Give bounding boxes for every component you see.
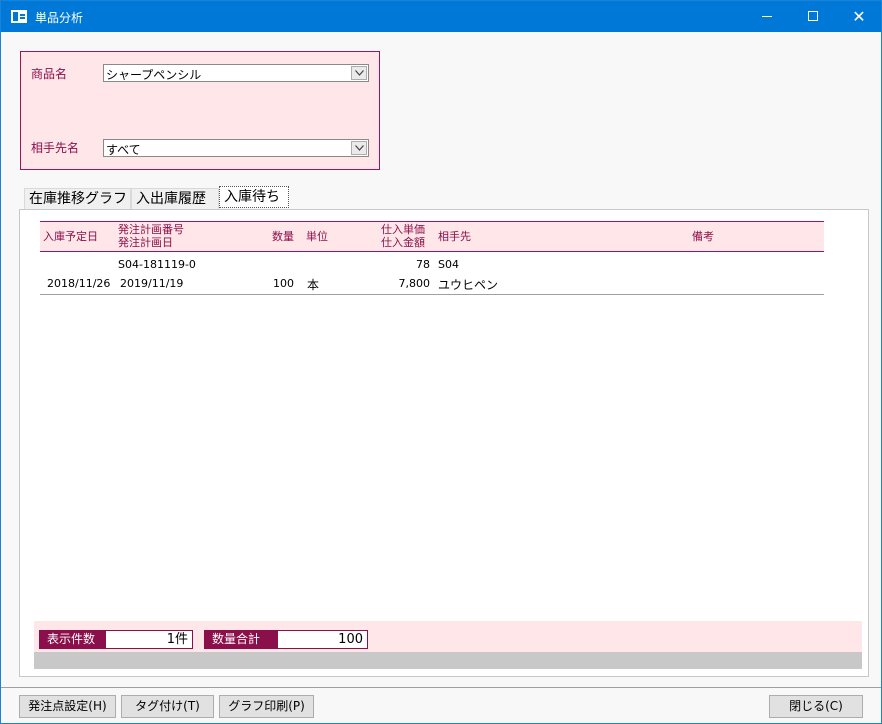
client-area: 商品名 シャープペンシル 相手先名 すべて 在庫推移グラフ 入出庫履歴 入庫待ち <box>1 32 881 723</box>
header-order-date[interactable]: 発注計画日 <box>118 237 173 249</box>
close-button[interactable]: 閉じる(C) <box>769 695 863 718</box>
maximize-icon <box>808 11 818 21</box>
row-order-no: S04-181119-0 <box>118 258 196 271</box>
qty-total-label: 数量合計 <box>204 630 277 649</box>
tab-inout-history[interactable]: 入出庫履歴 <box>131 188 219 209</box>
tab-panel: 入庫予定日 発注計画番号 発注計画日 数量 単位 仕入単価 仕入金額 相手先 備… <box>19 209 869 677</box>
minimize-icon <box>762 16 772 17</box>
tab-pending-receipt[interactable]: 入庫待ち <box>219 186 289 208</box>
qty-total-value: 100 <box>277 630 368 649</box>
product-combo-value: シャープペンシル <box>106 68 202 82</box>
chevron-down-icon <box>355 70 364 76</box>
app-window: 単品分析 ✕ 商品名 シャープペンシル 相手先名 すべて 在庫推移グラフ 入出庫… <box>0 0 882 724</box>
header-order-no[interactable]: 発注計画番号 <box>118 224 184 236</box>
tagging-button[interactable]: タグ付け(T) <box>121 695 214 718</box>
row-unit-price: 78 <box>416 258 430 271</box>
header-unit[interactable]: 単位 <box>306 231 328 243</box>
row-order-date: 2019/11/19 <box>120 277 184 290</box>
row-unit: 本 <box>307 278 320 292</box>
row-partner-code: S04 <box>438 258 459 271</box>
count-value: 1件 <box>105 630 193 649</box>
tab-stock-graph[interactable]: 在庫推移グラフ <box>24 188 131 209</box>
minimize-button[interactable] <box>744 1 790 32</box>
close-icon: ✕ <box>852 7 866 26</box>
graph-print-button[interactable]: グラフ印刷(P) <box>219 695 314 718</box>
header-note[interactable]: 備考 <box>692 231 714 243</box>
row-qty: 100 <box>273 277 294 290</box>
product-combo[interactable]: シャープペンシル <box>103 64 369 82</box>
close-window-button[interactable]: ✕ <box>836 1 882 32</box>
filter-panel: 商品名 シャープペンシル 相手先名 すべて <box>20 51 380 170</box>
pending-receipt-view: 入庫予定日 発注計画番号 発注計画日 数量 単位 仕入単価 仕入金額 相手先 備… <box>34 210 862 676</box>
header-planned-date[interactable]: 入庫予定日 <box>43 231 98 243</box>
partner-combo-value: すべて <box>106 143 141 157</box>
header-unit-price[interactable]: 仕入単価 <box>381 224 425 236</box>
footer-divider <box>1 687 881 688</box>
partner-label: 相手先名 <box>31 141 80 155</box>
order-point-settings-button[interactable]: 発注点設定(H) <box>19 695 116 718</box>
row-amount: 7,800 <box>398 277 431 290</box>
partner-combo[interactable]: すべて <box>103 139 369 157</box>
header-qty[interactable]: 数量 <box>272 231 294 243</box>
maximize-button[interactable] <box>790 1 836 32</box>
row-divider <box>40 294 824 295</box>
header-amount[interactable]: 仕入金額 <box>381 237 425 249</box>
horizontal-scrollbar[interactable] <box>34 652 862 669</box>
title-bar: 単品分析 ✕ <box>1 1 881 32</box>
partner-combo-dropdown-button[interactable] <box>351 141 367 155</box>
count-label: 表示件数 <box>39 630 105 649</box>
row-partner-name: ユウヒペン <box>438 278 499 292</box>
row-planned-date: 2018/11/26 <box>47 277 111 290</box>
app-icon <box>11 10 27 23</box>
window-title: 単品分析 <box>35 11 84 25</box>
grid-header: 入庫予定日 発注計画番号 発注計画日 数量 単位 仕入単価 仕入金額 相手先 備… <box>40 221 824 252</box>
summary-bar: 表示件数 1件 数量合計 100 <box>34 621 862 652</box>
header-partner[interactable]: 相手先 <box>438 231 471 243</box>
product-combo-dropdown-button[interactable] <box>351 66 367 80</box>
chevron-down-icon <box>355 145 364 151</box>
product-label: 商品名 <box>31 67 68 81</box>
